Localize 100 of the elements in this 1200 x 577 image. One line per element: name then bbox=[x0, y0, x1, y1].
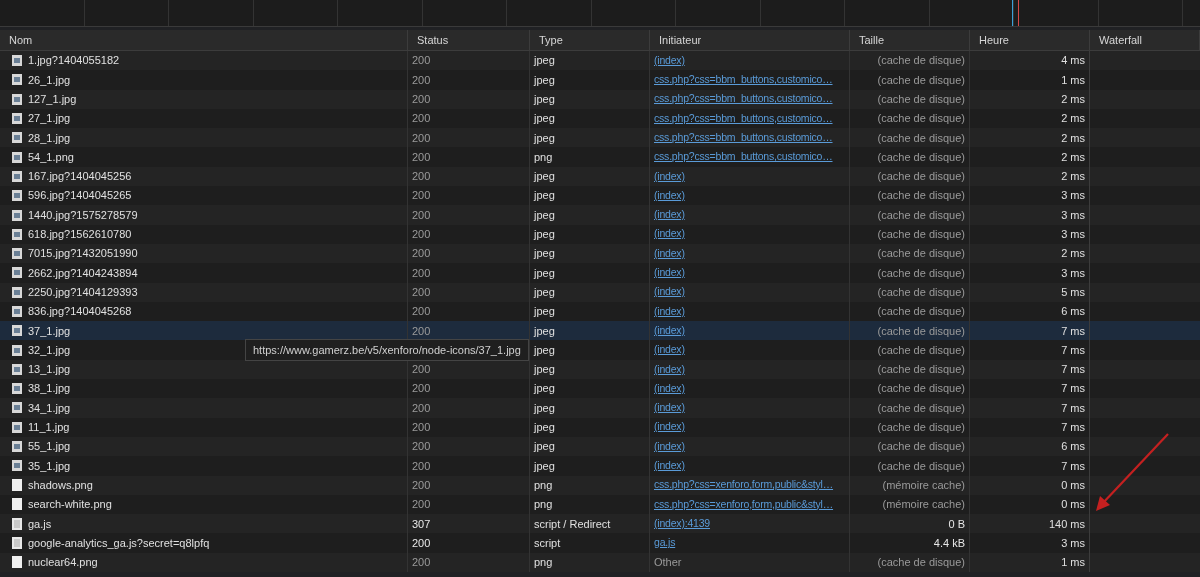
table-cell-text: 7 ms bbox=[1061, 342, 1085, 358]
request-row[interactable]: 26_1.jpg 200 jpeg css.php?css=bbm_buttons,customico… (cache de disque) 1 ms bbox=[0, 70, 1200, 90]
initiator-link[interactable]: (index) bbox=[654, 207, 685, 223]
initiator-link[interactable]: (index) bbox=[654, 168, 685, 185]
table-cell-text: 200 bbox=[412, 53, 431, 69]
table-cell-text: 200 bbox=[412, 227, 431, 243]
initiator-link[interactable]: css.php?css=bbm_buttons,customico… bbox=[654, 72, 833, 88]
request-row[interactable]: 2250.jpg?1404129393 200 jpeg (index) (cache de disque) 5 ms bbox=[0, 282, 1200, 302]
request-row[interactable]: 34_1.jpg 200 jpeg (index) (cache de disque) 7 ms bbox=[0, 398, 1200, 418]
initiator-link[interactable]: (index) bbox=[654, 380, 685, 397]
initiator-link[interactable]: css.php?css=bbm_buttons,customico… bbox=[654, 149, 833, 165]
initiator-link[interactable]: (index) bbox=[654, 322, 685, 339]
initiator-link[interactable]: css.php?css=bbm_buttons,customico… bbox=[654, 110, 833, 127]
table-cell-text: 200 bbox=[412, 420, 431, 436]
table-cell-text: search-white.png bbox=[28, 497, 112, 513]
request-row[interactable]: 2662.jpg?1404243894 200 jpeg (index) (cache de disque) 3 ms bbox=[0, 263, 1200, 283]
table-cell-text: 200 bbox=[412, 188, 431, 204]
request-row[interactable]: 38_1.jpg 200 jpeg (index) (cache de disque) 7 ms bbox=[0, 379, 1200, 399]
table-cell-text: 200 bbox=[412, 111, 431, 127]
table-cell-text: 2 ms bbox=[1061, 246, 1085, 262]
table-cell-text: (cache de disque) bbox=[877, 72, 965, 88]
request-row[interactable]: 13_1.jpg 200 jpeg (index) (cache de disque) 7 ms bbox=[0, 359, 1200, 380]
table-cell-text: 200 bbox=[412, 400, 431, 416]
initiator-link[interactable]: css.php?css=bbm_buttons,customico… bbox=[654, 129, 833, 146]
image-thumbnail-icon bbox=[12, 228, 22, 240]
initiator-link[interactable]: (index):4139 bbox=[654, 515, 710, 532]
initiator-link[interactable]: (index) bbox=[654, 458, 685, 474]
table-cell-text: (cache de disque) bbox=[877, 207, 965, 223]
table-cell-text: 3 ms bbox=[1061, 265, 1085, 281]
table-cell-text: 55_1.jpg bbox=[28, 439, 71, 455]
request-row[interactable]: 618.jpg?1562610780 200 jpeg (index) (cache de disque) 3 ms bbox=[0, 224, 1200, 244]
request-row[interactable]: nuclear64.png 200 png Other (cache de disque) 1 ms bbox=[0, 552, 1200, 572]
image-thumbnail-icon bbox=[12, 441, 22, 453]
initiator-link[interactable]: (index) bbox=[654, 361, 685, 378]
initiator-link[interactable]: css.php?css=bbm_buttons,customico… bbox=[654, 91, 833, 108]
request-row[interactable]: 28_1.jpg 200 jpeg css.php?css=bbm_buttons,customico… (cache de disque) 2 ms bbox=[0, 128, 1200, 148]
table-cell-text: (cache de disque) bbox=[877, 420, 965, 436]
table-cell-text: 27_1.jpg bbox=[28, 111, 71, 127]
initiator-link[interactable]: css.php?css=xenforo,form,public&styl… bbox=[654, 496, 834, 513]
column-header[interactable]: Status bbox=[408, 30, 530, 50]
url-tooltip: https://www.gamerz.be/v5/xenforo/node-icons/37_1.jpg bbox=[245, 339, 529, 361]
table-cell-text: jpeg bbox=[534, 188, 555, 204]
table-cell-text: 3 ms bbox=[1061, 207, 1085, 223]
table-cell-text: png bbox=[534, 149, 553, 165]
initiator-link[interactable]: (index) bbox=[654, 245, 685, 262]
table-cell-text: (cache de disque) bbox=[877, 130, 965, 146]
request-row[interactable]: 35_1.jpg 200 jpeg (index) (cache de disque) 7 ms bbox=[0, 456, 1200, 476]
image-thumbnail-icon bbox=[12, 93, 22, 105]
request-row[interactable]: 7015.jpg?1432051990 200 jpeg (index) (cache de disque) 2 ms bbox=[0, 243, 1200, 264]
request-row[interactable]: ga.js 307 script / Redirect (index):4139 0 B 140 ms bbox=[0, 514, 1200, 534]
request-row[interactable]: 167.jpg?1404045256 200 jpeg (index) (cache de disque) 2 ms bbox=[0, 166, 1200, 187]
table-cell-text: png bbox=[534, 477, 553, 493]
column-header[interactable]: Type bbox=[530, 30, 650, 50]
table-cell-text: 6 ms bbox=[1061, 304, 1085, 320]
table-cell-text: 200 bbox=[412, 265, 431, 281]
initiator-link[interactable]: (index) bbox=[654, 52, 685, 69]
request-row[interactable]: 1440.jpg?1575278579 200 jpeg (index) (cache de disque) 3 ms bbox=[0, 205, 1200, 225]
table-cell-text: 307 bbox=[412, 516, 431, 532]
request-row[interactable]: 127_1.jpg 200 jpeg css.php?css=bbm_buttons,customico… (cache de disque) 2 ms bbox=[0, 89, 1200, 109]
table-cell-text: 596.jpg?1404045265 bbox=[28, 188, 132, 204]
initiator-link[interactable]: (index) bbox=[654, 419, 685, 436]
column-header[interactable]: Taille bbox=[850, 30, 970, 50]
image-thumbnail-icon bbox=[12, 209, 22, 221]
initiator-link[interactable]: css.php?css=xenforo,form,public&styl… bbox=[654, 477, 834, 494]
initiator-link[interactable]: (index) bbox=[654, 303, 685, 320]
request-row[interactable]: 27_1.jpg 200 jpeg css.php?css=bbm_buttons,customico… (cache de disque) 2 ms bbox=[0, 108, 1200, 129]
initiator-link[interactable]: (index) bbox=[654, 400, 685, 416]
column-header[interactable]: Nom bbox=[0, 30, 408, 50]
table-cell-text: (cache de disque) bbox=[877, 362, 965, 378]
column-header[interactable]: Initiateur bbox=[650, 30, 850, 50]
table-cell-text: jpeg bbox=[534, 323, 555, 339]
table-cell-text: 34_1.jpg bbox=[28, 400, 71, 416]
request-row[interactable]: 11_1.jpg 200 jpeg (index) (cache de disque) 7 ms bbox=[0, 417, 1200, 437]
initiator-link[interactable]: (index) bbox=[654, 438, 685, 455]
initiator-link[interactable]: (index) bbox=[654, 265, 685, 281]
initiator-link[interactable]: (index) bbox=[654, 284, 685, 301]
table-cell-text: 200 bbox=[412, 477, 431, 493]
table-cell-text: 200 bbox=[412, 381, 431, 397]
column-header[interactable]: Heure bbox=[970, 30, 1090, 50]
initiator-link[interactable]: (index) bbox=[654, 226, 685, 243]
request-row[interactable]: 54_1.png 200 png css.php?css=bbm_buttons,customico… (cache de disque) 2 ms bbox=[0, 147, 1200, 167]
table-cell-text: jpeg bbox=[534, 381, 555, 397]
table-cell-text: script / Redirect bbox=[534, 516, 611, 532]
table-cell-text: 28_1.jpg bbox=[28, 130, 71, 146]
table-cell-text: 7 ms bbox=[1061, 458, 1085, 474]
table-cell-text: (cache de disque) bbox=[877, 53, 965, 69]
image-thumbnail-icon bbox=[12, 74, 22, 86]
image-thumbnail-icon bbox=[12, 306, 22, 317]
initiator-link[interactable]: (index) bbox=[654, 342, 685, 358]
column-header[interactable]: Waterfall bbox=[1090, 30, 1200, 50]
request-row[interactable]: 1.jpg?1404055182 200 jpeg (index) (cache de disque) 4 ms bbox=[0, 51, 1200, 71]
initiator-link[interactable]: ga.js bbox=[654, 535, 676, 551]
request-row[interactable]: 836.jpg?1404045268 200 jpeg (index) (cache de disque) 6 ms bbox=[0, 301, 1200, 322]
table-cell-text: 1 ms bbox=[1061, 72, 1085, 88]
request-row[interactable]: 596.jpg?1404045265 200 jpeg (index) (cache de disque) 3 ms bbox=[0, 186, 1200, 206]
request-row[interactable]: 37_1.jpg 200 jpeg (index) (cache de disque) 7 ms bbox=[0, 321, 1200, 341]
initiator-link[interactable]: (index) bbox=[654, 187, 685, 204]
request-row[interactable]: google-analytics_ga.js?secret=q8lpfq 200 script ga.js 4.4 kB 3 ms bbox=[0, 533, 1200, 553]
table-cell-text: 1.jpg?1404055182 bbox=[28, 53, 120, 69]
table-cell-text: 38_1.jpg bbox=[28, 381, 71, 397]
